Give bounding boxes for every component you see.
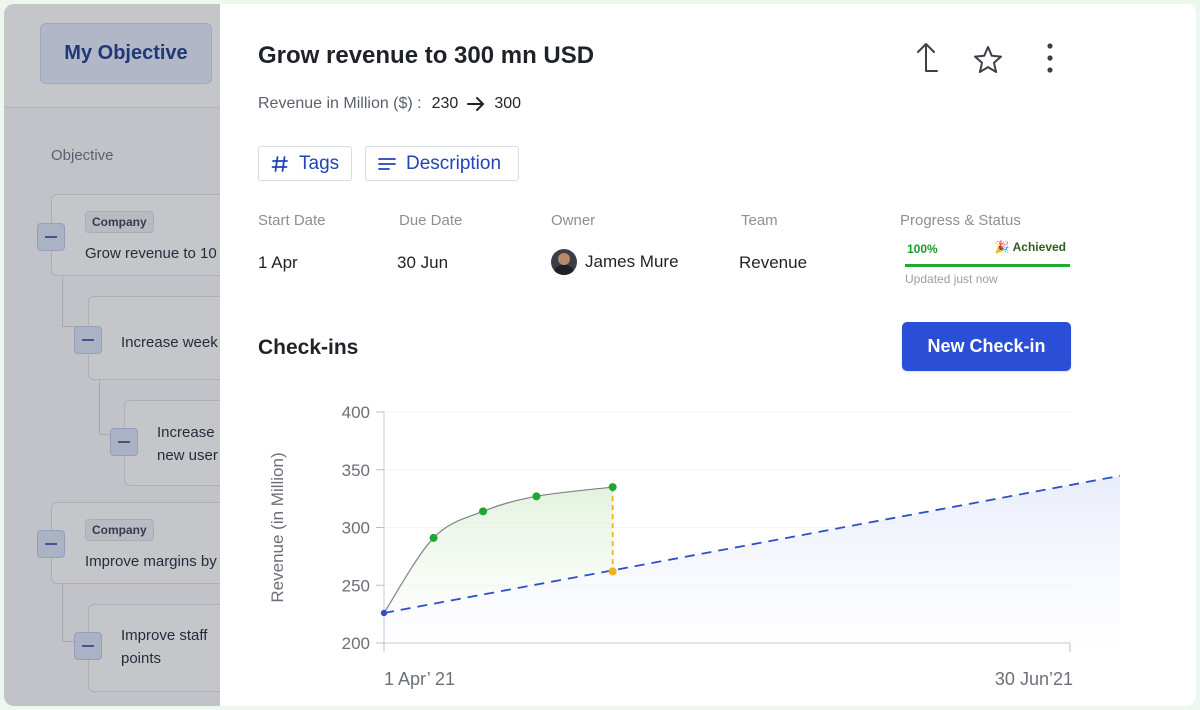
progress-bar-fill: [905, 264, 1070, 267]
status-badge: 🎉 Achieved: [995, 240, 1066, 254]
avatar: [551, 249, 577, 275]
tags-button[interactable]: Tags: [258, 146, 352, 181]
owner-value[interactable]: James Mure: [551, 249, 679, 275]
share-up-icon[interactable]: [908, 40, 944, 76]
kebab-menu-icon[interactable]: [1032, 40, 1068, 76]
party-popper-icon: 🎉: [994, 240, 1010, 254]
checkin-point: [532, 492, 541, 501]
key-result-metric: Revenue in Million ($) : 230 300: [258, 95, 521, 113]
tags-label: Tags: [299, 152, 340, 174]
progress-bar: [905, 264, 1070, 267]
checkin-point: [429, 533, 438, 542]
progress-header: Progress & Status: [900, 212, 1021, 229]
modal-backdrop[interactable]: [4, 4, 220, 706]
metric-target-value: 300: [494, 95, 522, 112]
progress-status[interactable]: 100% 🎉 Achieved: [905, 238, 1070, 267]
status-label: Achieved: [1012, 240, 1066, 254]
team-header: Team: [741, 212, 778, 229]
objective-title: Grow revenue to 300 mn USD: [258, 42, 595, 69]
x-end-label: 30 Jun’21: [995, 669, 1073, 689]
due-date-header: Due Date: [399, 212, 463, 229]
team-value: Revenue: [739, 253, 808, 272]
owner-header: Owner: [551, 212, 596, 229]
start-date-value: 1 Apr: [258, 253, 298, 272]
arrow-right-icon: [466, 96, 486, 112]
owner-name: James Mure: [585, 252, 679, 271]
new-checkin-button[interactable]: New Check-in: [902, 322, 1071, 371]
progress-percent: 100%: [907, 242, 938, 256]
expected-point: [608, 567, 617, 576]
description-label: Description: [406, 152, 502, 174]
start-date-header: Start Date: [258, 212, 326, 229]
y-tick-label: 250: [342, 576, 370, 595]
metric-label: Revenue in Million ($) :: [258, 95, 422, 112]
checkin-point: [608, 483, 617, 492]
hash-icon: [271, 155, 289, 173]
app-frame: My Objective Objective Company Grow reve…: [4, 4, 1196, 706]
y-tick-label: 400: [342, 403, 370, 422]
y-tick-label: 300: [342, 519, 370, 538]
checkins-chart: 400 350 300 250 200 1 Apr’ 21 30 Jun’21 Revenue…: [268, 403, 1120, 689]
start-point: [380, 609, 388, 617]
star-icon[interactable]: [970, 42, 1006, 78]
due-date-value: 30 Jun: [397, 253, 449, 272]
objective-detail-panel: Grow revenue to 300 mn USD Revenue in Mi…: [220, 4, 1196, 706]
y-axis-label: Revenue (in Million): [268, 452, 287, 602]
metric-start-value: 230: [431, 95, 459, 112]
y-tick-label: 200: [342, 634, 370, 653]
x-start-label: 1 Apr’ 21: [384, 669, 455, 689]
checkin-point: [479, 507, 488, 516]
y-tick-label: 350: [342, 461, 370, 480]
updated-timestamp: Updated just now: [905, 272, 998, 286]
checkins-title: Check-ins: [258, 336, 359, 359]
lines-icon: [378, 156, 396, 172]
description-button[interactable]: Description: [365, 146, 519, 181]
